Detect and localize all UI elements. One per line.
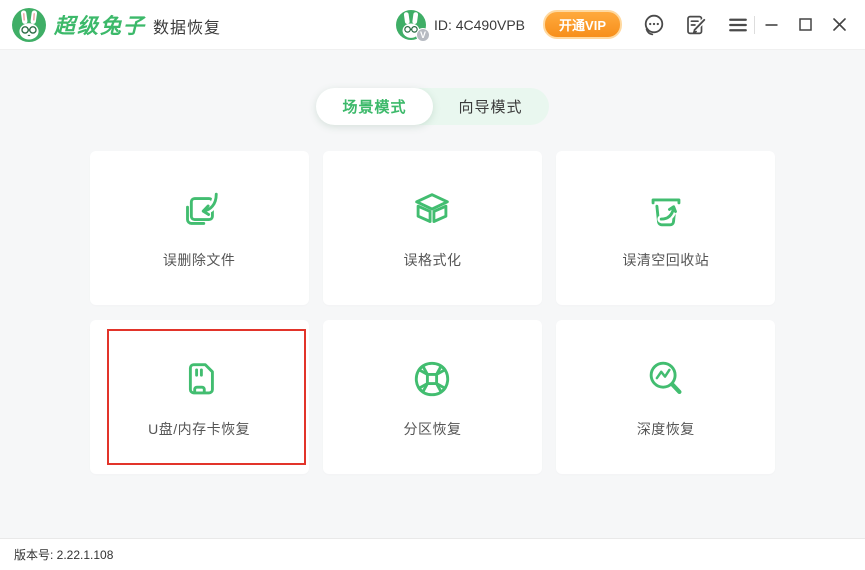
recovery-cards-grid: 误删除文件 误格式化 bbox=[90, 151, 776, 474]
maximize-icon bbox=[799, 18, 812, 31]
version-label: 版本号: 2.22.1.108 bbox=[14, 546, 113, 563]
sd-card-icon bbox=[176, 356, 222, 402]
titlebar-divider bbox=[754, 16, 755, 34]
card-recycle-bin[interactable]: 误清空回收站 bbox=[556, 151, 775, 305]
card-formatted[interactable]: 误格式化 bbox=[323, 151, 542, 305]
card-label: 分区恢复 bbox=[403, 419, 461, 439]
card-usb-sd-recovery[interactable]: U盘/内存卡恢复 bbox=[90, 320, 309, 474]
card-label: 误删除文件 bbox=[163, 250, 236, 270]
partition-icon bbox=[409, 356, 455, 402]
app-window: 超级兔子 数据恢复 V ID: 4C490VPB 开通VIP bbox=[0, 0, 865, 570]
close-button[interactable] bbox=[825, 11, 853, 39]
tab-scene-mode[interactable]: 场景模式 bbox=[316, 88, 432, 125]
product-name: 数据恢复 bbox=[153, 14, 221, 38]
close-icon bbox=[833, 18, 846, 31]
minimize-button[interactable] bbox=[757, 11, 785, 39]
maximize-button[interactable] bbox=[791, 11, 819, 39]
minimize-icon bbox=[765, 18, 778, 31]
rabbit-logo-icon bbox=[12, 8, 46, 42]
file-restore-icon bbox=[176, 187, 222, 233]
titlebar-icons bbox=[642, 13, 750, 37]
card-partition-recovery[interactable]: 分区恢复 bbox=[323, 320, 542, 474]
cube-icon bbox=[409, 187, 455, 233]
main-menu-button[interactable] bbox=[726, 13, 750, 37]
titlebar: 超级兔子 数据恢复 V ID: 4C490VPB 开通VIP bbox=[0, 0, 865, 50]
open-vip-button[interactable]: 开通VIP bbox=[543, 10, 622, 39]
feedback-icon bbox=[684, 13, 708, 37]
brand-name: 超级兔子 bbox=[54, 10, 146, 40]
app-title: 超级兔子 数据恢复 bbox=[54, 10, 221, 40]
user-avatar[interactable]: V bbox=[396, 10, 426, 40]
trash-restore-icon bbox=[643, 187, 689, 233]
mode-tab-switch: 场景模式 向导模式 bbox=[316, 88, 548, 125]
mode-tabs: 场景模式 向导模式 bbox=[0, 50, 865, 125]
tab-wizard-mode[interactable]: 向导模式 bbox=[433, 88, 549, 125]
card-label: U盘/内存卡恢复 bbox=[148, 419, 250, 439]
card-label: 误清空回收站 bbox=[622, 250, 709, 270]
main-content: 场景模式 向导模式 误删除文件 bbox=[0, 50, 865, 538]
customer-service-icon bbox=[642, 13, 666, 37]
window-controls bbox=[757, 11, 853, 39]
card-label: 深度恢复 bbox=[637, 419, 695, 439]
user-id: ID: 4C490VPB bbox=[434, 17, 525, 33]
vip-level-badge: V bbox=[416, 28, 430, 42]
card-label: 误格式化 bbox=[403, 250, 461, 270]
deep-scan-icon bbox=[643, 356, 689, 402]
card-deleted-files[interactable]: 误删除文件 bbox=[90, 151, 309, 305]
footer: 版本号: 2.22.1.108 bbox=[0, 538, 865, 570]
card-deep-recovery[interactable]: 深度恢复 bbox=[556, 320, 775, 474]
menu-icon bbox=[727, 14, 749, 36]
customer-service-button[interactable] bbox=[642, 13, 666, 37]
feedback-button[interactable] bbox=[684, 13, 708, 37]
